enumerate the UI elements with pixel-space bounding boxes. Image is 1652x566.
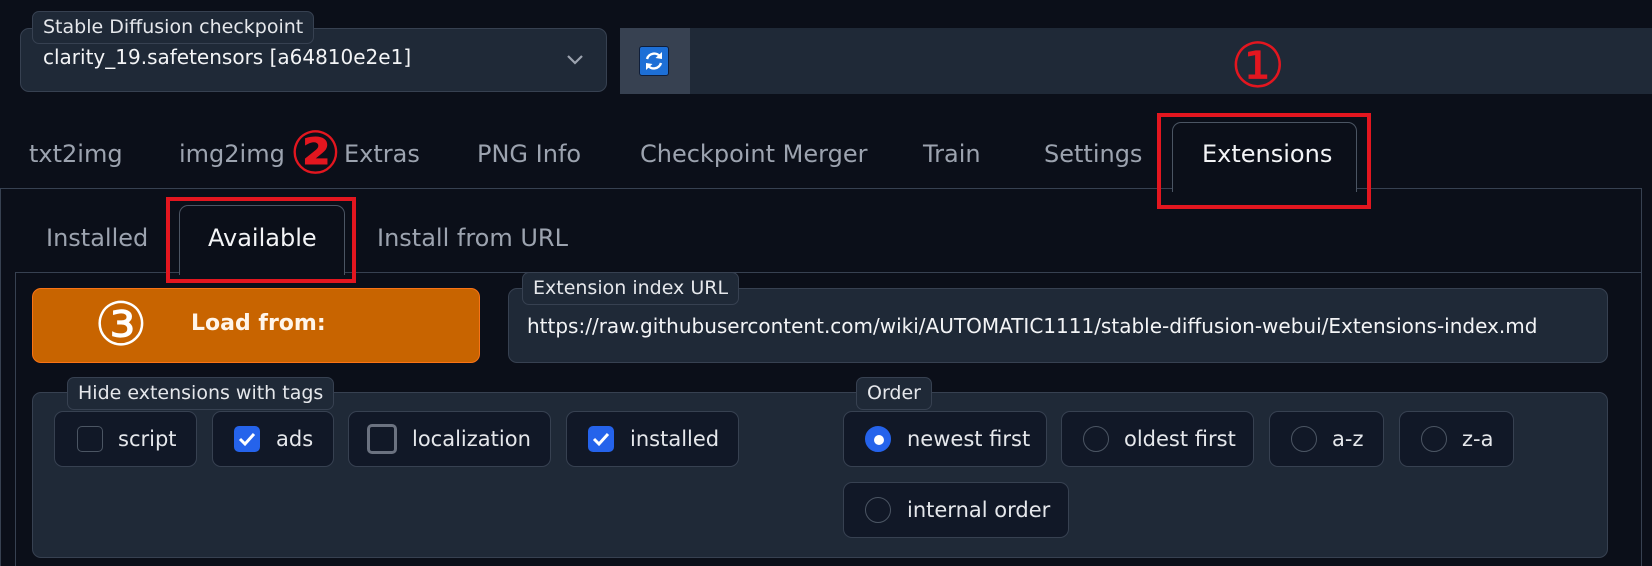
tag-option-ads[interactable] <box>212 411 334 467</box>
load-from-label[interactable]: Load from: <box>191 311 326 336</box>
radio-oldest-first[interactable] <box>1083 426 1109 452</box>
tag-ads-label: ads <box>276 427 314 451</box>
top-toolbar-strip <box>690 28 1652 94</box>
tab-extras[interactable]: Extras <box>344 140 420 168</box>
tab-train[interactable]: Train <box>923 140 981 168</box>
annotation-box-available <box>166 197 356 283</box>
subtab-installed[interactable]: Installed <box>46 224 148 252</box>
radio-a-z[interactable] <box>1291 426 1317 452</box>
subtab-install-from-url[interactable]: Install from URL <box>377 224 568 252</box>
checkbox-ads[interactable] <box>234 426 260 452</box>
annotation-number-2: ② <box>290 118 341 188</box>
annotation-number-3: ③ <box>94 290 148 360</box>
tab-img2img[interactable]: img2img <box>179 140 285 168</box>
checkbox-localization[interactable] <box>367 424 397 454</box>
annotation-number-1: ① <box>1230 29 1286 102</box>
order-z-a-label: z-a <box>1462 427 1494 451</box>
tag-localization-label: localization <box>412 427 531 451</box>
radio-z-a[interactable] <box>1421 426 1447 452</box>
tag-installed-label: installed <box>630 427 720 451</box>
checkpoint-label: Stable Diffusion checkpoint <box>32 11 315 44</box>
extension-index-url-input[interactable]: https://raw.githubusercontent.com/wiki/A… <box>527 314 1537 338</box>
annotation-box-extensions <box>1157 113 1371 209</box>
tag-script-label: script <box>118 427 177 451</box>
tab-txt2img[interactable]: txt2img <box>29 140 123 168</box>
order-label: Order <box>856 377 932 410</box>
order-option-a-z[interactable] <box>1269 411 1384 467</box>
order-option-z-a[interactable] <box>1399 411 1514 467</box>
refresh-icon[interactable] <box>639 46 669 76</box>
tab-png-info[interactable]: PNG Info <box>477 140 581 168</box>
extension-index-url-label: Extension index URL <box>522 272 740 305</box>
order-internal-order-label: internal order <box>907 498 1051 522</box>
checkpoint-value[interactable]: clarity_19.safetensors [a64810e2e1] <box>43 45 411 69</box>
chevron-down-icon[interactable] <box>563 47 587 71</box>
order-oldest-first-label: oldest first <box>1124 427 1236 451</box>
hide-tags-label: Hide extensions with tags <box>67 377 335 410</box>
checkbox-script[interactable] <box>77 426 103 452</box>
main-tab-divider <box>0 188 1642 189</box>
checkbox-installed[interactable] <box>588 426 614 452</box>
order-newest-first-label: newest first <box>907 427 1031 451</box>
check-icon <box>592 432 610 447</box>
tab-settings[interactable]: Settings <box>1044 140 1142 168</box>
order-a-z-label: a-z <box>1332 427 1364 451</box>
tab-checkpoint-merger[interactable]: Checkpoint Merger <box>640 140 867 168</box>
check-icon <box>238 432 256 447</box>
radio-internal-order[interactable] <box>865 497 891 523</box>
radio-newest-first[interactable] <box>865 426 891 452</box>
